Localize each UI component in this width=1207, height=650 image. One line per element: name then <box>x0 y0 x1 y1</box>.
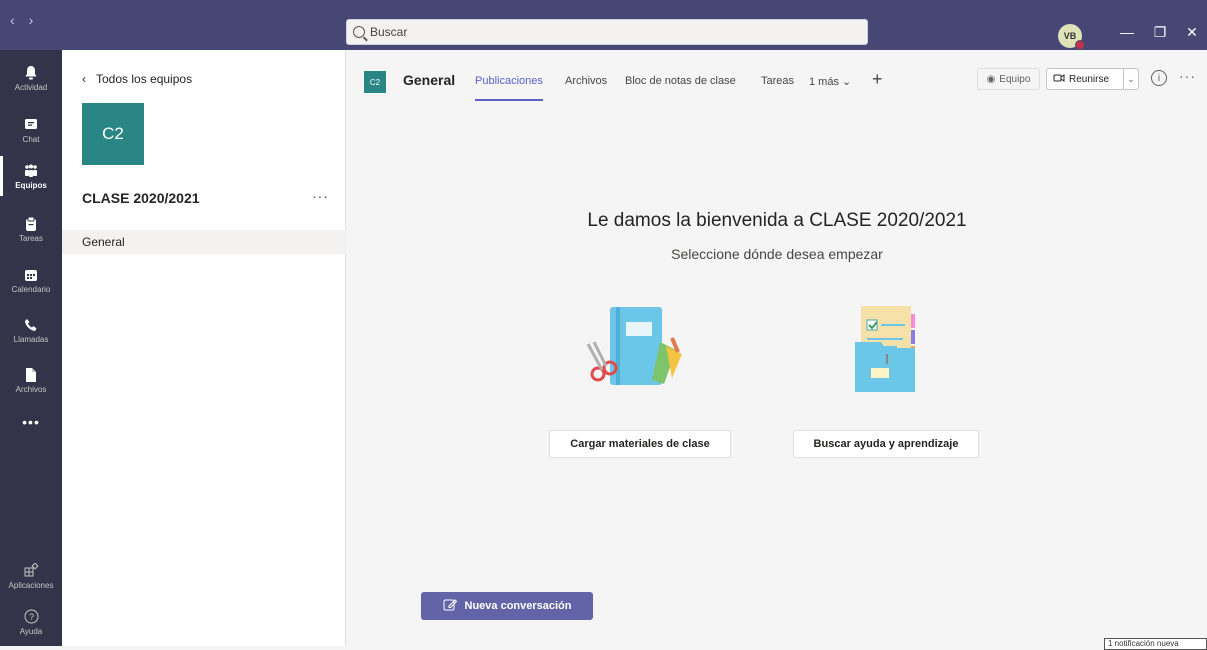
rail-item-chat[interactable]: Chat <box>0 106 62 154</box>
upload-materials-button[interactable]: Cargar materiales de clase <box>549 430 731 458</box>
bell-icon <box>23 65 39 81</box>
channel-team-avatar: C2 <box>364 71 386 93</box>
meet-button[interactable]: Reunirse <box>1046 68 1124 90</box>
avatar[interactable]: VB <box>1058 24 1085 50</box>
phone-icon <box>23 317 39 333</box>
info-icon[interactable]: i <box>1151 70 1167 86</box>
avatar-initials: VB <box>1063 31 1077 41</box>
minimize-button[interactable]: — <box>1117 24 1137 40</box>
tab-archivos[interactable]: Archivos <box>565 75 607 87</box>
rail-label: Tareas <box>18 233 43 243</box>
tab-more-label: 1 más <box>809 76 839 88</box>
rail-label: Aplicaciones <box>8 580 54 590</box>
tab-bloc-de-notas[interactable]: Bloc de notas de clase <box>625 75 736 87</box>
rail-label: Actividad <box>14 82 48 92</box>
chevron-left-icon: ‹ <box>82 72 86 86</box>
new-conversation-button[interactable]: Nueva conversación <box>421 592 593 620</box>
team-more-options-button[interactable]: ··· <box>312 188 329 204</box>
tab-tareas[interactable]: Tareas <box>761 75 794 87</box>
tab-publicaciones[interactable]: Publicaciones <box>475 75 543 101</box>
rail-item-archivos[interactable]: Archivos <box>0 356 62 404</box>
compose-icon <box>443 598 457 615</box>
rail-item-actividad[interactable]: Actividad <box>0 54 62 102</box>
app-rail: Actividad Chat Equipos Tareas Calendario… <box>0 50 62 646</box>
rail-label: Llamadas <box>13 334 49 344</box>
team-button-label: Equipo <box>999 73 1031 85</box>
rail-label: Calendario <box>11 284 51 294</box>
teams-icon <box>23 163 39 179</box>
close-button[interactable]: ✕ <box>1182 24 1202 41</box>
search-input[interactable]: Buscar <box>346 19 868 45</box>
channel-title: General <box>403 72 456 88</box>
presence-status-icon <box>1075 40 1085 50</box>
add-tab-button[interactable]: + <box>872 69 883 90</box>
all-teams-link[interactable]: ‹ Todos los equipos <box>82 72 192 86</box>
rail-label: Ayuda <box>19 626 43 636</box>
channel-item-general[interactable]: General <box>62 230 346 254</box>
rail-label: Archivos <box>15 384 47 394</box>
restore-button[interactable]: ❐ <box>1150 24 1170 41</box>
assignments-icon <box>23 216 39 232</box>
apps-icon <box>23 563 39 579</box>
team-avatar: C2 <box>82 103 144 165</box>
rail-item-ayuda[interactable]: ? Ayuda <box>0 598 62 646</box>
welcome-subtitle: Seleccione dónde desea empezar <box>671 246 883 262</box>
search-placeholder: Buscar <box>370 25 408 39</box>
svg-text:?: ? <box>28 612 33 622</box>
chat-icon <box>23 117 39 133</box>
video-camera-icon <box>1053 73 1065 86</box>
meet-options-dropdown[interactable]: ⌄ <box>1123 68 1139 90</box>
rail-item-llamadas[interactable]: Llamadas <box>0 306 62 354</box>
find-help-button[interactable]: Buscar ayuda y aprendizaje <box>793 430 979 458</box>
chevron-down-icon: ⌄ <box>842 76 852 88</box>
back-arrow-icon[interactable]: ‹ <box>10 12 15 28</box>
rail-item-aplicaciones[interactable]: Aplicaciones <box>0 552 62 600</box>
channel-header: C2 General Publicaciones Archivos Bloc d… <box>347 50 1207 108</box>
rail-item-calendario[interactable]: Calendario <box>0 256 62 304</box>
rail-label: Equipos <box>15 180 47 190</box>
all-teams-label: Todos los equipos <box>96 72 193 86</box>
forward-arrow-icon[interactable]: › <box>29 12 34 28</box>
team-panel: ‹ Todos los equipos C2 CLASE 2020/2021 ·… <box>62 50 346 646</box>
welcome-title: Le damos la bienvenida a CLASE 2020/2021 <box>587 210 967 231</box>
search-icon <box>353 26 365 38</box>
history-nav: ‹ › <box>10 12 33 28</box>
eye-icon: ◉ <box>986 73 996 85</box>
new-conversation-label: Nueva conversación <box>464 600 572 612</box>
meet-button-label: Reunirse <box>1069 73 1110 85</box>
channel-content: C2 General Publicaciones Archivos Bloc d… <box>347 50 1207 650</box>
rail-label: Chat <box>22 134 40 144</box>
team-button[interactable]: ◉ Equipo <box>977 68 1040 90</box>
rail-item-equipos[interactable]: Equipos <box>0 152 62 200</box>
class-materials-illustration <box>586 307 682 385</box>
help-icon: ? <box>23 609 39 625</box>
team-name: CLASE 2020/2021 <box>82 190 200 206</box>
help-learning-illustration <box>855 306 915 392</box>
more-apps-button[interactable]: ••• <box>0 398 62 446</box>
notification-tooltip: 1 notificación nueva <box>1104 638 1207 650</box>
calendar-icon <box>23 267 39 283</box>
rail-item-tareas[interactable]: Tareas <box>0 205 62 253</box>
title-bar: ‹ › Buscar VB — ❐ ✕ <box>0 0 1207 50</box>
more-options-icon[interactable]: ··· <box>1179 68 1196 84</box>
file-icon <box>23 367 39 383</box>
tab-more[interactable]: 1 más ⌄ <box>809 75 851 88</box>
